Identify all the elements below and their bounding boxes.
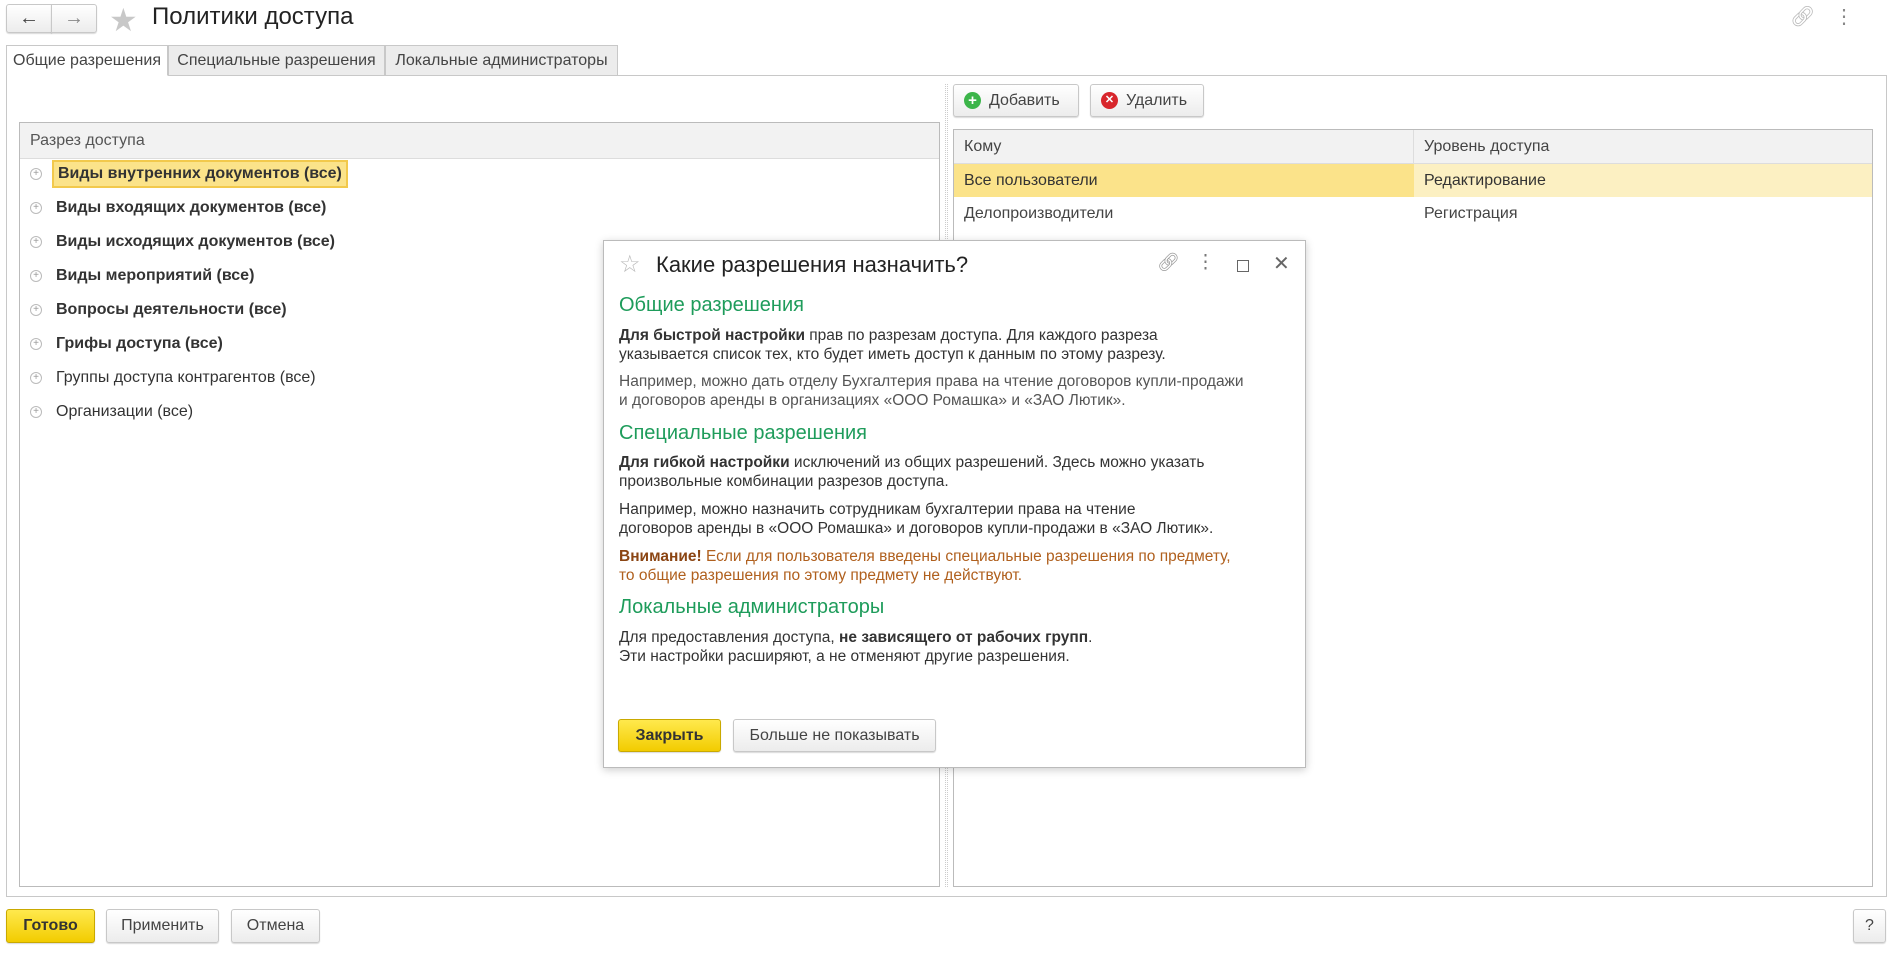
tree-item-label: Виды внутренних документов (все)	[52, 160, 348, 188]
text: и договоров аренды в организациях «ООО Р…	[619, 392, 1126, 409]
text: Эти настройки расширяют, а не отменяют д…	[619, 648, 1070, 665]
text: Например, можно дать отделу Бухгалтерия …	[619, 373, 1244, 390]
text: исключений из общих разрешений. Здесь мо…	[789, 454, 1205, 471]
emphasis: Для гибкой настройки	[619, 454, 790, 471]
add-icon: +	[964, 92, 981, 109]
cell-access-level: Регистрация	[1424, 204, 1518, 222]
arrow-right-icon: →	[64, 7, 84, 29]
star-icon[interactable]: ☆	[619, 250, 641, 279]
arrow-left-icon: ←	[19, 7, 39, 29]
tree-item-label: Виды мероприятий (все)	[56, 267, 255, 284]
maximize-icon[interactable]	[1237, 260, 1249, 272]
tree-item-label: Организации (все)	[56, 403, 194, 420]
close-button[interactable]: Закрыть	[618, 719, 721, 752]
warning-text: Внимание! Если для пользователя введены …	[619, 547, 1231, 585]
tab-special-permissions[interactable]: Специальные разрешения	[168, 45, 385, 76]
tree-item[interactable]: + Виды входящих документов (все)	[30, 193, 330, 223]
text: Для предоставления доступа,	[619, 629, 840, 646]
help-button[interactable]: ?	[1853, 909, 1886, 943]
column-header-whom[interactable]: Кому	[954, 130, 1414, 164]
tree-item[interactable]: + Грифы доступа (все)	[30, 329, 227, 359]
special-example: Например, можно назначить сотрудникам бу…	[619, 500, 1213, 538]
text: произвольные комбинации разрезов доступа…	[619, 473, 949, 490]
add-label: Добавить	[989, 91, 1060, 109]
star-icon[interactable]: ★	[109, 1, 138, 39]
column-header-access-level[interactable]: Уровень доступа	[1414, 130, 1872, 164]
apply-button[interactable]: Применить	[106, 909, 219, 943]
expand-icon[interactable]: +	[30, 406, 42, 418]
cancel-button[interactable]: Отмена	[231, 909, 320, 943]
forward-button[interactable]: →	[51, 4, 97, 33]
section-title-special: Специальные разрешения	[619, 422, 867, 444]
tree-item-label: Вопросы деятельности (все)	[56, 301, 287, 318]
tab-local-admins[interactable]: Локальные администраторы	[385, 45, 618, 76]
section-title-local-admins: Локальные администраторы	[619, 596, 885, 618]
delete-icon: ✕	[1101, 92, 1118, 109]
text: договоров аренды в «ООО Ромашка» и догов…	[619, 520, 1214, 537]
back-button[interactable]: ←	[6, 4, 52, 33]
link-icon[interactable]: 🔗︎	[1790, 4, 1815, 29]
dont-show-again-button[interactable]: Больше не показывать	[733, 719, 936, 752]
page-title: Политики доступа	[152, 3, 354, 30]
general-example: Например, можно дать отделу Бухгалтерия …	[619, 372, 1244, 410]
tab-general-permissions[interactable]: Общие разрешения	[6, 45, 168, 76]
tab-top-border	[617, 75, 1887, 76]
tree-item[interactable]: + Виды исходящих документов (все)	[30, 227, 339, 257]
expand-icon[interactable]: +	[30, 202, 42, 214]
expand-icon[interactable]: +	[30, 338, 42, 350]
tree-item-label: Грифы доступа (все)	[56, 335, 223, 352]
text: прав по разрезам доступа. Для каждого ра…	[804, 327, 1158, 344]
text: .	[1088, 629, 1093, 646]
text: указывается список тех, кто будет иметь …	[619, 346, 1166, 363]
delete-label: Удалить	[1126, 91, 1188, 109]
link-icon[interactable]: 🔗︎	[1157, 252, 1180, 273]
section-title-general: Общие разрешения	[619, 294, 804, 316]
column-header-access-section[interactable]: Разрез доступа	[20, 123, 939, 159]
warning-label: Внимание!	[619, 548, 702, 565]
emphasis: Для быстрой настройки	[619, 327, 805, 344]
text: то общие разрешения по этому предмету не…	[619, 567, 1023, 584]
tree-item[interactable]: + Вопросы деятельности (все)	[30, 295, 291, 325]
cell-whom: Все пользователи	[954, 164, 1414, 197]
tree-item[interactable]: + Виды внутренних документов (все)	[30, 159, 348, 189]
cell-access-level: Редактирование	[1414, 164, 1872, 197]
emphasis: не зависящего от рабочих групп	[839, 629, 1089, 646]
expand-icon[interactable]: +	[30, 270, 42, 282]
tree-item-label: Виды исходящих документов (все)	[56, 233, 336, 250]
delete-button[interactable]: ✕ Удалить	[1090, 84, 1204, 117]
dialog-title: Какие разрешения назначить?	[656, 252, 969, 277]
text: Если для пользователя введены специальны…	[701, 548, 1231, 565]
add-button[interactable]: + Добавить	[953, 84, 1079, 117]
tree-item[interactable]: + Виды мероприятий (все)	[30, 261, 258, 291]
tree-item-label: Виды входящих документов (все)	[56, 199, 327, 216]
general-description: Для быстрой настройки прав по разрезам д…	[619, 326, 1166, 364]
tree-item[interactable]: + Организации (все)	[30, 397, 197, 427]
close-icon[interactable]: ✕	[1273, 251, 1290, 276]
permissions-info-dialog: ☆ Какие разрешения назначить? 🔗︎ ⋮ ✕ Общ…	[603, 240, 1306, 768]
text: Например, можно назначить сотрудникам бу…	[619, 501, 1136, 518]
expand-icon[interactable]: +	[30, 236, 42, 248]
local-admins-description: Для предоставления доступа, не зависящег…	[619, 628, 1092, 666]
expand-icon[interactable]: +	[30, 168, 42, 180]
more-vertical-icon[interactable]: ⋮	[1196, 251, 1215, 274]
done-button[interactable]: Готово	[6, 909, 95, 943]
more-vertical-icon[interactable]: ⋮	[1834, 4, 1854, 29]
cell-whom: Делопроизводители	[964, 204, 1114, 222]
special-description: Для гибкой настройки исключений из общих…	[619, 453, 1204, 491]
tree-item[interactable]: + Группы доступа контрагентов (все)	[30, 363, 320, 393]
expand-icon[interactable]: +	[30, 304, 42, 316]
tree-item-label: Группы доступа контрагентов (все)	[56, 369, 316, 386]
expand-icon[interactable]: +	[30, 372, 42, 384]
